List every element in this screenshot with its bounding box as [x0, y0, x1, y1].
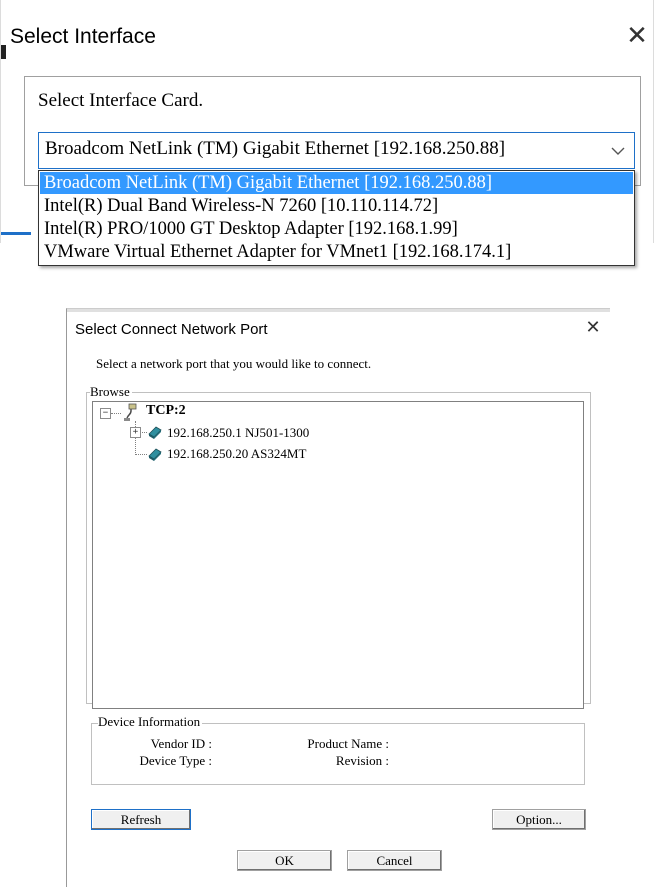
ok-button[interactable]: OK [237, 850, 332, 871]
window-edge-marker [1, 45, 6, 59]
interface-option[interactable]: Broadcom NetLink (TM) Gigabit Ethernet [… [40, 172, 633, 194]
close-icon[interactable]: ✕ [623, 22, 651, 50]
select-interface-dialog: Select Interface ✕ Select Interface Card… [0, 0, 654, 266]
tree-root-item[interactable]: TCP:2 [146, 403, 186, 419]
interface-card-select[interactable]: Broadcom NetLink (TM) Gigabit Ethernet [… [38, 132, 635, 169]
select-network-port-dialog: Select Connect Network Port ✕ Select a n… [66, 308, 610, 887]
network-tree[interactable]: − TCP:2 + 192.168.250.1 NJ501-1300 192.1… [92, 401, 584, 709]
device-type-label: Device Type : [139, 753, 213, 768]
tree-connector [111, 413, 121, 414]
interface-option[interactable]: VMware Virtual Ethernet Adapter for VMne… [40, 241, 633, 263]
collapse-icon[interactable]: − [100, 408, 111, 419]
product-name-label: Product Name : [307, 736, 389, 751]
tree-connector [135, 454, 147, 455]
title-bar-edge [67, 309, 610, 312]
expand-icon[interactable]: + [130, 427, 141, 438]
device-icon [148, 448, 162, 461]
focus-accent-line [1, 232, 31, 235]
cancel-button[interactable]: Cancel [347, 850, 442, 871]
refresh-button[interactable]: Refresh [91, 809, 191, 830]
option-button[interactable]: Option... [492, 809, 586, 830]
interface-card-label: Select Interface Card. [38, 90, 204, 111]
vendor-id-label: Vendor ID : [150, 736, 212, 751]
revision-label: Revision : [335, 753, 389, 768]
close-icon[interactable]: ✕ [581, 316, 605, 340]
dialog-title: Select Connect Network Port [75, 321, 268, 338]
interface-dropdown-list: Broadcom NetLink (TM) Gigabit Ethernet [… [38, 170, 635, 266]
instruction-text: Select a network port that you would lik… [96, 356, 372, 371]
interface-option[interactable]: Intel(R) PRO/1000 GT Desktop Adapter [19… [40, 218, 633, 240]
interface-option[interactable]: Intel(R) Dual Band Wireless-N 7260 [10.1… [40, 195, 633, 217]
device-information-label: Device Information [98, 714, 203, 730]
network-port-icon [124, 403, 137, 421]
browse-label: Browse [90, 384, 132, 400]
dialog-title: Select Interface [10, 25, 156, 48]
tree-device-item[interactable]: 192.168.250.1 NJ501-1300 [167, 425, 309, 441]
tree-device-item[interactable]: 192.168.250.20 AS324MT [167, 446, 306, 462]
device-icon [148, 426, 162, 439]
chevron-down-icon[interactable] [608, 141, 628, 161]
selected-interface-value: Broadcom NetLink (TM) Gigabit Ethernet [… [45, 138, 506, 159]
